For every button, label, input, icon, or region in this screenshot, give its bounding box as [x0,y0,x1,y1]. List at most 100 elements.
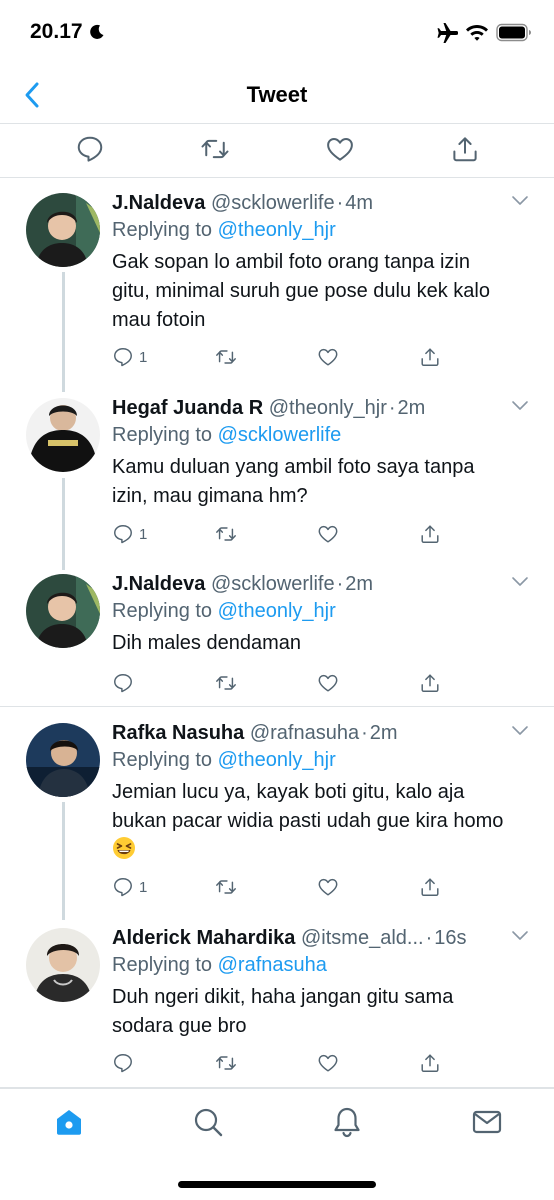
like-action[interactable] [317,670,339,696]
display-name[interactable]: J.Naldeva [112,573,205,595]
search-icon[interactable] [191,1105,225,1139]
retweet-action[interactable] [215,344,237,370]
share-action[interactable] [419,670,441,696]
timestamp: 2m [345,573,374,595]
timestamp: 2m [397,397,426,419]
retweet-action[interactable] [215,521,237,547]
tweet-text: Jemian lucu ya, kayak boti gitu, kalo aj… [112,778,512,865]
reply-header: Hegaf Juanda R @theonly_hjr · 2m [112,395,425,421]
share-action[interactable] [419,874,441,900]
retweet-icon[interactable] [200,134,230,164]
replying-to: Replying to @theonly_hjr [112,597,336,625]
reply-action[interactable]: 1 [112,874,147,900]
chevron-down-icon[interactable] [511,575,529,589]
display-name[interactable]: Rafka Nasuha [112,722,244,744]
reply-icon [114,525,132,544]
chevron-down-icon[interactable] [511,399,529,413]
avatar[interactable] [26,193,100,267]
reply-icon[interactable] [75,134,105,164]
share-icon[interactable] [450,134,480,164]
messages-icon[interactable] [470,1105,504,1139]
replying-to: Replying to @rafnasuha [112,951,327,979]
reply-action[interactable]: 1 [112,521,147,547]
share-icon [421,348,439,366]
mention-link[interactable]: @theonly_hjr [218,219,336,241]
separator-dot: · [336,573,344,595]
display-name[interactable]: Hegaf Juanda R [112,397,263,419]
grinning-squinting-face-emoji [113,837,135,859]
thread-divider [0,706,554,707]
like-action[interactable] [317,344,339,370]
page-title: Tweet [246,82,308,107]
chevron-down-icon[interactable] [511,724,529,738]
user-handle[interactable]: @scklowerlife [211,573,335,595]
display-name[interactable]: J.Naldeva [112,192,205,214]
mention-link[interactable]: @scklowerlife [218,424,342,446]
reply-tweet[interactable]: Rafka Nasuha @rafnasuha · 2m Replying to @… [0,720,554,905]
like-action[interactable] [317,1050,339,1076]
tweet-text: Gak sopan lo ambil foto orang tanpa izin… [112,251,490,331]
like-action[interactable] [317,874,339,900]
avatar[interactable] [26,398,100,472]
reply-count: 1 [139,525,148,543]
chevron-down-icon[interactable] [511,194,529,208]
reply-action[interactable] [112,670,139,696]
timestamp: 16s [434,927,467,949]
like-action[interactable] [317,521,339,547]
reply-tweet[interactable]: Alderick Mahardika @itsme_ald... · 16s Rep… [0,925,554,1085]
reply-action[interactable] [112,1050,139,1076]
display-name[interactable]: Alderick Mahardika [112,927,295,949]
retweet-action[interactable] [215,874,237,900]
reply-tweet[interactable]: J.Naldeva @scklowerlife · 2m Replying to @… [0,571,554,696]
chevron-down-icon[interactable] [511,929,529,943]
like-icon [318,878,338,896]
like-icon[interactable] [325,134,355,164]
share-action[interactable] [419,344,441,370]
like-icon [318,348,338,366]
reply-icon [114,348,132,367]
tweet-text: Duh ngeri dikit, haha jangan gitu sama s… [112,986,454,1037]
replying-to: Replying to @theonly_hjr [112,216,336,244]
moon-icon [90,24,104,39]
share-icon [421,1054,439,1072]
tweet-actions [112,1050,442,1076]
replying-to: Replying to @scklowerlife [112,421,341,449]
status-time: 20.17 [30,20,83,43]
retweet-icon [216,1056,236,1070]
reply-count: 1 [139,348,148,366]
airplane-icon [437,23,458,43]
reply-tweet[interactable]: J.Naldeva @scklowerlife · 4m Replying to @… [0,190,554,375]
user-handle[interactable]: @itsme_ald... [301,927,424,949]
tweet-actions [112,670,442,696]
avatar[interactable] [26,574,100,648]
reply-icon [114,1054,132,1073]
reply-tweet[interactable]: Hegaf Juanda R @theonly_hjr · 2m Replying … [0,395,554,555]
home-icon[interactable] [52,1105,86,1139]
user-handle[interactable]: @scklowerlife [211,192,335,214]
reply-header: Rafka Nasuha @rafnasuha · 2m [112,720,398,746]
replying-to: Replying to @theonly_hjr [112,746,336,774]
share-action[interactable] [419,1050,441,1076]
mention-link[interactable]: @theonly_hjr [218,600,336,622]
mention-link[interactable]: @theonly_hjr [218,749,336,771]
retweet-action[interactable] [215,670,237,696]
nav-bar: Tweet [0,66,554,124]
tweet-text: Dih males dendaman [112,632,301,654]
reply-action[interactable]: 1 [112,344,147,370]
retweet-icon [216,527,236,541]
retweet-action[interactable] [215,1050,237,1076]
retweet-icon [216,880,236,894]
replying-to-label: Replying to [112,954,218,976]
user-handle[interactable]: @rafnasuha [250,722,359,744]
reply-header: Alderick Mahardika @itsme_ald... · 16s [112,925,466,951]
separator-dot: · [361,722,368,744]
share-action[interactable] [419,521,441,547]
avatar[interactable] [26,723,100,797]
status-bar: 20.17 [0,0,554,66]
user-handle[interactable]: @theonly_hjr [269,397,387,419]
avatar[interactable] [26,928,100,1002]
share-icon [421,878,439,896]
notifications-icon[interactable] [330,1105,364,1139]
like-icon [318,1054,338,1072]
mention-link[interactable]: @rafnasuha [218,954,327,976]
